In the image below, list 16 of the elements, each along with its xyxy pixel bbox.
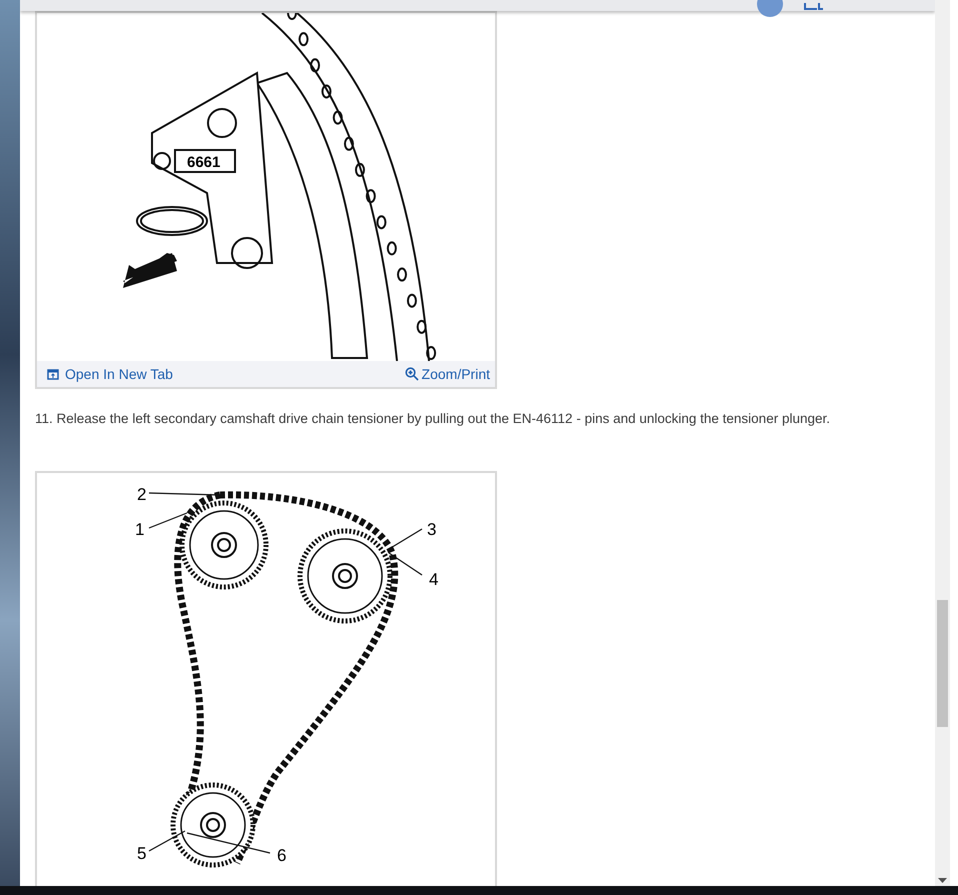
callout-number: 5 — [137, 844, 146, 864]
callout-number: 6 — [277, 846, 286, 866]
callout-number: 1 — [135, 520, 144, 540]
callout-number: 4 — [429, 570, 438, 590]
open-in-new-tab-link[interactable]: Open In New Tab — [47, 364, 173, 384]
callout-number: 3 — [427, 520, 436, 540]
scrollbar[interactable] — [935, 0, 950, 886]
open-tab-icon — [47, 368, 59, 380]
zoom-print-link[interactable]: Zoom/Print — [404, 364, 490, 384]
scroll-down-icon[interactable] — [938, 878, 947, 884]
zoom-icon — [404, 367, 419, 381]
scrollbar-thumb[interactable] — [937, 600, 948, 727]
tool-label: 6661 — [187, 154, 220, 171]
step-instruction: 11. Release the left secondary camshaft drive chain tensioner by pulling out the EN-46112 - pins and unlocking the tensioner plunger. — [35, 410, 831, 428]
callout-number: 2 — [137, 485, 146, 504]
window-icon[interactable] — [803, 3, 825, 11]
